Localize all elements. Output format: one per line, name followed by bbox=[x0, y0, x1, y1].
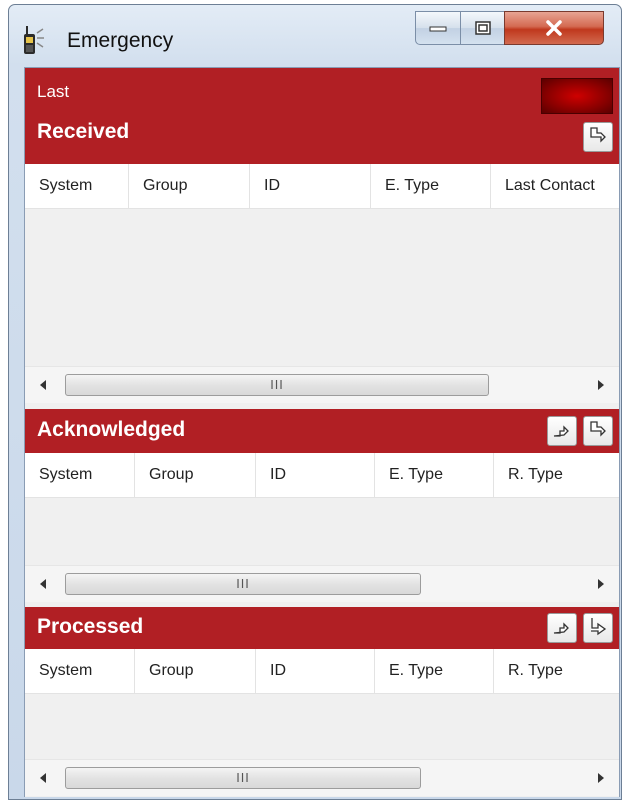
scroll-grip: III bbox=[236, 771, 250, 785]
maximize-icon bbox=[461, 12, 504, 44]
column-header[interactable]: R. Type bbox=[494, 649, 621, 693]
column-header[interactable]: ID bbox=[256, 453, 375, 497]
column-header[interactable]: E. Type bbox=[375, 649, 494, 693]
acknowledged-column-header: System Group ID E. Type R. Type bbox=[25, 453, 619, 498]
move-down-button[interactable] bbox=[583, 416, 613, 446]
received-column-header: System Group ID E. Type Last Contact bbox=[25, 164, 619, 209]
column-header[interactable]: Last Contact bbox=[491, 164, 621, 208]
radio-icon bbox=[23, 25, 45, 55]
emergency-indicator bbox=[541, 78, 613, 114]
scroll-right-icon[interactable] bbox=[583, 566, 619, 602]
received-grid[interactable]: System Group ID E. Type Last Contact III bbox=[25, 164, 619, 404]
column-header[interactable]: E. Type bbox=[371, 164, 491, 208]
column-header[interactable]: R. Type bbox=[494, 453, 621, 497]
scroll-left-icon[interactable] bbox=[25, 760, 61, 796]
move-down-button[interactable] bbox=[583, 122, 613, 152]
received-hscrollbar[interactable]: III bbox=[25, 366, 619, 403]
scroll-left-icon[interactable] bbox=[25, 367, 61, 403]
scroll-thumb[interactable]: III bbox=[65, 573, 421, 595]
move-up-icon bbox=[552, 616, 572, 641]
minimize-button[interactable] bbox=[415, 11, 461, 45]
processed-hscrollbar[interactable]: III bbox=[25, 759, 619, 796]
processed-header: Processed bbox=[25, 607, 619, 649]
move-down-icon bbox=[588, 419, 608, 444]
column-header[interactable]: System bbox=[25, 453, 135, 497]
acknowledged-header: Acknowledged bbox=[25, 409, 619, 453]
received-sublabel: Last bbox=[37, 82, 70, 101]
processed-column-header: System Group ID E. Type R. Type bbox=[25, 649, 619, 694]
column-header[interactable]: E. Type bbox=[375, 453, 494, 497]
scroll-thumb[interactable]: III bbox=[65, 374, 489, 396]
scroll-right-icon[interactable] bbox=[583, 760, 619, 796]
emergency-window: Emergency Last Received System Group ID … bbox=[8, 4, 622, 800]
processed-grid[interactable]: System Group ID E. Type R. Type III bbox=[25, 649, 619, 797]
acknowledged-title: Acknowledged bbox=[37, 418, 186, 441]
maximize-button[interactable] bbox=[460, 11, 505, 45]
move-down-icon bbox=[588, 125, 608, 150]
scroll-grip: III bbox=[270, 378, 284, 392]
column-header[interactable]: ID bbox=[250, 164, 371, 208]
move-up-button[interactable] bbox=[547, 613, 577, 643]
return-icon bbox=[588, 616, 608, 641]
received-header: Last Received bbox=[25, 68, 619, 164]
scroll-grip: III bbox=[236, 577, 250, 591]
scroll-thumb[interactable]: III bbox=[65, 767, 421, 789]
acknowledged-grid[interactable]: System Group ID E. Type R. Type III bbox=[25, 453, 619, 603]
window-title: Emergency bbox=[67, 29, 174, 52]
acknowledged-hscrollbar[interactable]: III bbox=[25, 565, 619, 602]
move-up-button[interactable] bbox=[547, 416, 577, 446]
scroll-left-icon[interactable] bbox=[25, 566, 61, 602]
column-header[interactable]: System bbox=[25, 649, 135, 693]
minimize-icon bbox=[416, 12, 460, 44]
title-bar[interactable]: Emergency bbox=[9, 5, 621, 67]
column-header[interactable]: Group bbox=[135, 649, 256, 693]
processed-title: Processed bbox=[37, 615, 144, 638]
return-button[interactable] bbox=[583, 613, 613, 643]
column-header[interactable]: Group bbox=[135, 453, 256, 497]
scroll-right-icon[interactable] bbox=[583, 367, 619, 403]
client-area: Last Received System Group ID E. Type La… bbox=[24, 67, 620, 797]
close-button[interactable] bbox=[504, 11, 604, 45]
column-header[interactable]: ID bbox=[256, 649, 375, 693]
move-up-icon bbox=[552, 419, 572, 444]
close-icon bbox=[505, 12, 603, 44]
column-header[interactable]: System bbox=[25, 164, 129, 208]
received-title: Received bbox=[37, 120, 130, 143]
column-header[interactable]: Group bbox=[129, 164, 250, 208]
